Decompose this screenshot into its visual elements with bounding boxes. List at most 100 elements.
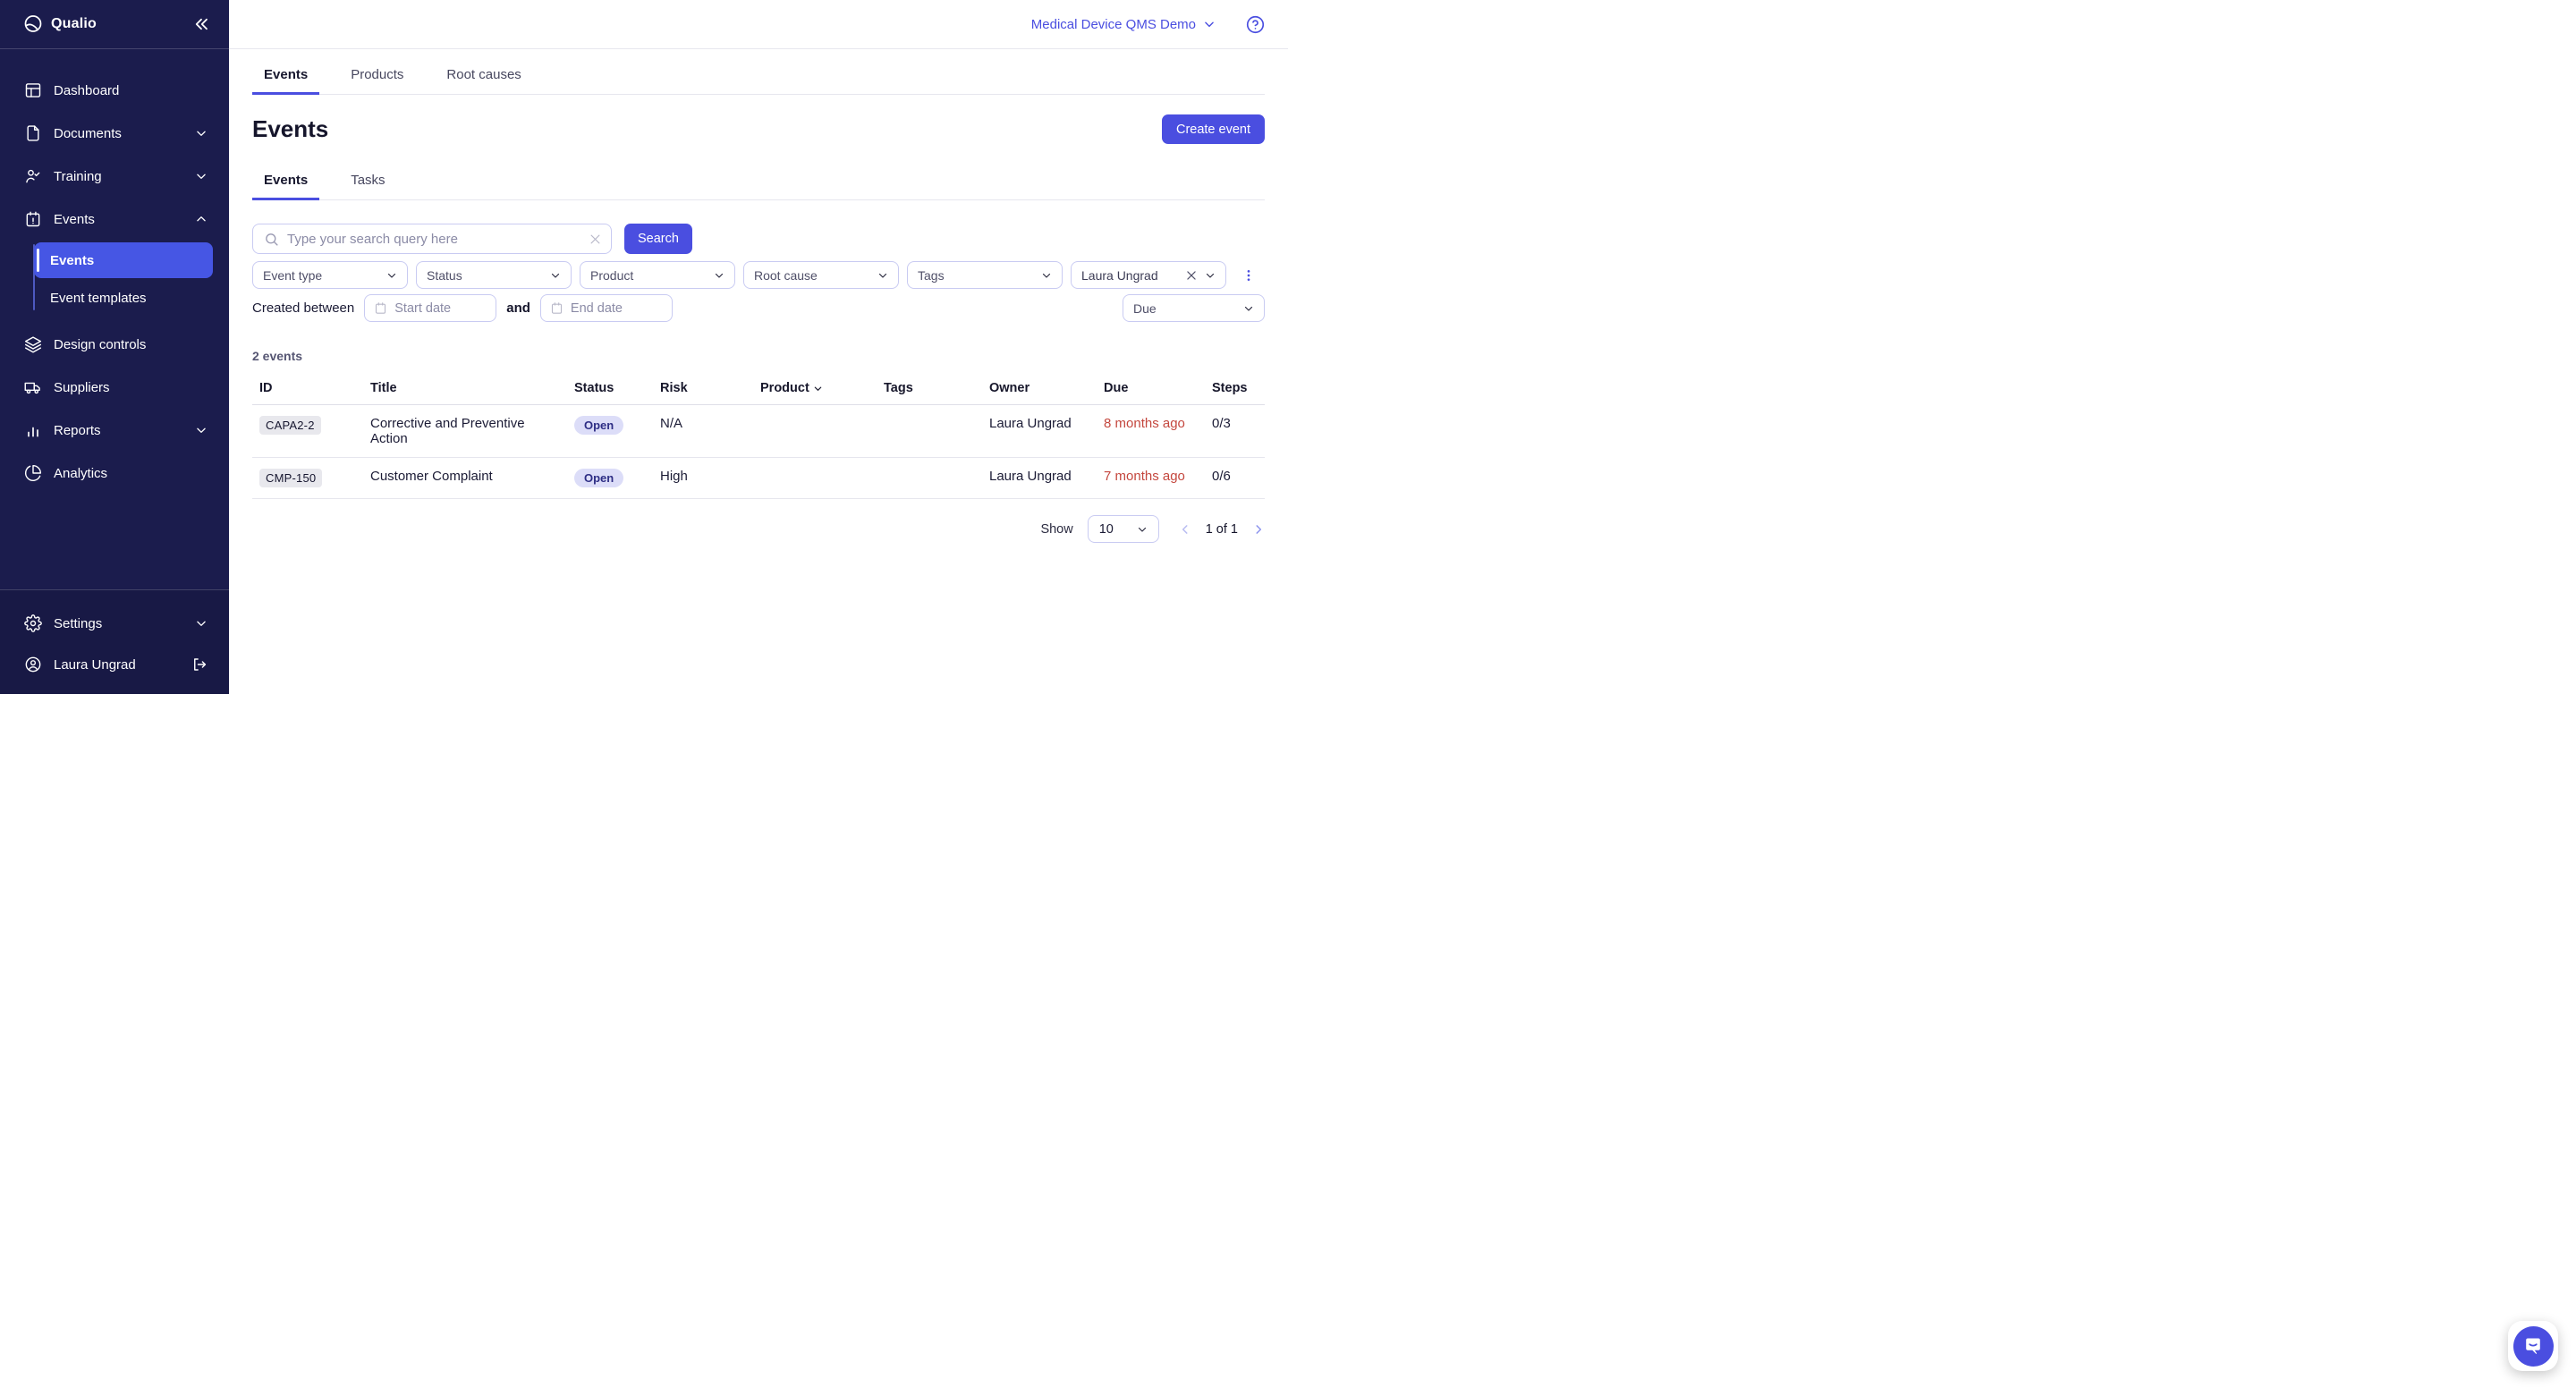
tab-events[interactable]: Events xyxy=(252,62,319,95)
qualio-logo-icon xyxy=(22,13,44,35)
due-filter-label: Due xyxy=(1133,301,1157,316)
chevron-down-icon xyxy=(1041,270,1052,281)
event-tags xyxy=(877,405,982,427)
col-header-steps: Steps xyxy=(1205,372,1265,404)
chevron-down-icon xyxy=(195,424,208,436)
search-icon xyxy=(264,232,279,247)
sidebar-item-label: Dashboard xyxy=(54,83,119,98)
page-size-select[interactable]: 10 xyxy=(1088,515,1159,543)
layers-icon xyxy=(24,335,42,353)
due-filter[interactable]: Due xyxy=(1123,294,1265,322)
events-subnav: Events Event templates xyxy=(0,242,229,316)
sidebar-bottom: Settings Laura Ungrad xyxy=(0,589,229,694)
gear-icon xyxy=(24,614,42,632)
product-filter[interactable]: Product xyxy=(580,261,735,289)
title-row: Events Create event xyxy=(252,114,1265,144)
subtab-events[interactable]: Events xyxy=(252,167,319,200)
chevron-down-icon xyxy=(195,617,208,630)
subtab-tasks[interactable]: Tasks xyxy=(339,167,396,200)
create-event-button[interactable]: Create event xyxy=(1162,114,1265,144)
table-row[interactable]: CAPA2-2 Corrective and Preventive Action… xyxy=(252,405,1265,458)
start-date-placeholder: Start date xyxy=(394,301,451,316)
owner-filter-chip[interactable]: Laura Ungrad xyxy=(1071,261,1226,289)
calendar-alert-icon xyxy=(24,210,42,228)
org-selector[interactable]: Medical Device QMS Demo xyxy=(1031,17,1216,32)
tab-root-causes[interactable]: Root causes xyxy=(435,62,532,95)
sidebar-subitem-label: Events xyxy=(50,253,94,268)
clear-search-icon[interactable] xyxy=(589,233,602,246)
event-risk: N/A xyxy=(653,405,753,442)
sort-chevron-icon xyxy=(813,384,823,394)
event-product xyxy=(753,405,877,427)
sidebar-subitem-events[interactable]: Events xyxy=(34,242,213,278)
sidebar-item-label: Training xyxy=(54,169,102,184)
event-risk: High xyxy=(653,458,753,495)
col-header-product[interactable]: Product xyxy=(753,372,877,404)
event-due: 7 months ago xyxy=(1097,458,1205,495)
page-info: 1 of 1 xyxy=(1206,522,1238,537)
col-header-status: Status xyxy=(567,372,653,404)
search-row: Search xyxy=(252,224,1265,254)
sidebar-subitem-event-templates[interactable]: Event templates xyxy=(34,280,213,316)
event-type-filter[interactable]: Event type xyxy=(252,261,408,289)
logout-icon[interactable] xyxy=(191,656,208,673)
chat-bubble-icon xyxy=(2513,1326,2554,1367)
event-title[interactable]: Corrective and Preventive Action xyxy=(363,405,567,457)
start-date-input[interactable]: Start date xyxy=(364,294,496,322)
sidebar-item-dashboard[interactable]: Dashboard xyxy=(0,69,229,112)
sidebar-item-analytics[interactable]: Analytics xyxy=(0,452,229,495)
sidebar-item-label: Reports xyxy=(54,423,101,438)
col-header-title: Title xyxy=(363,372,567,404)
date-filter-row: Created between Start date and End date … xyxy=(252,294,1265,322)
search-button[interactable]: Search xyxy=(624,224,692,254)
search-input[interactable] xyxy=(287,232,580,247)
chat-launcher[interactable] xyxy=(2508,1321,2558,1371)
sidebar-item-documents[interactable]: Documents xyxy=(0,112,229,155)
root-cause-filter[interactable]: Root cause xyxy=(743,261,899,289)
remove-owner-filter-icon[interactable] xyxy=(1185,269,1198,282)
tags-filter[interactable]: Tags xyxy=(907,261,1063,289)
sidebar-item-settings[interactable]: Settings xyxy=(0,603,229,644)
prev-page-icon[interactable] xyxy=(1179,523,1191,536)
sidebar-item-events[interactable]: Events xyxy=(0,198,229,241)
sidebar-item-design-controls[interactable]: Design controls xyxy=(0,323,229,366)
col-header-owner: Owner xyxy=(982,372,1097,404)
event-id-badge: CAPA2-2 xyxy=(259,416,321,435)
event-product xyxy=(753,458,877,479)
table-row[interactable]: CMP-150 Customer Complaint Open High Lau… xyxy=(252,458,1265,499)
sidebar-collapse-icon[interactable] xyxy=(193,16,209,32)
document-icon xyxy=(24,124,42,142)
filter-row: Event type Status Product Root cause xyxy=(252,261,1265,289)
chevron-down-icon xyxy=(1203,18,1216,30)
chevron-down-icon xyxy=(1205,270,1216,281)
end-date-input[interactable]: End date xyxy=(540,294,673,322)
search-box xyxy=(252,224,612,254)
status-badge: Open xyxy=(574,416,623,435)
sidebar-nav: Dashboard Documents Training xyxy=(0,49,229,589)
dashboard-icon xyxy=(24,81,42,99)
chevron-down-icon xyxy=(1243,303,1254,314)
bar-chart-icon xyxy=(24,421,42,439)
chevron-up-icon xyxy=(195,213,208,225)
tab-products[interactable]: Products xyxy=(339,62,415,95)
created-between-label: Created between xyxy=(252,300,354,316)
sidebar-item-user[interactable]: Laura Ungrad xyxy=(0,644,229,685)
sidebar-item-suppliers[interactable]: Suppliers xyxy=(0,366,229,409)
chevron-down-icon xyxy=(877,270,888,281)
event-tags xyxy=(877,458,982,479)
pie-chart-icon xyxy=(24,464,42,482)
org-selector-label: Medical Device QMS Demo xyxy=(1031,17,1196,32)
status-filter[interactable]: Status xyxy=(416,261,572,289)
more-filters-kebab-icon[interactable] xyxy=(1241,267,1256,284)
chevron-down-icon xyxy=(1137,524,1148,535)
topbar: Medical Device QMS Demo xyxy=(229,0,1288,49)
sidebar-item-training[interactable]: Training xyxy=(0,155,229,198)
event-due: 8 months ago xyxy=(1097,405,1205,442)
sidebar-item-reports[interactable]: Reports xyxy=(0,409,229,452)
event-title[interactable]: Customer Complaint xyxy=(363,458,567,495)
table-body: CAPA2-2 Corrective and Preventive Action… xyxy=(252,405,1265,499)
help-icon[interactable] xyxy=(1246,15,1265,34)
sub-tabs: Events Tasks xyxy=(252,167,1265,200)
next-page-icon[interactable] xyxy=(1252,523,1265,536)
chevron-down-icon xyxy=(550,270,561,281)
